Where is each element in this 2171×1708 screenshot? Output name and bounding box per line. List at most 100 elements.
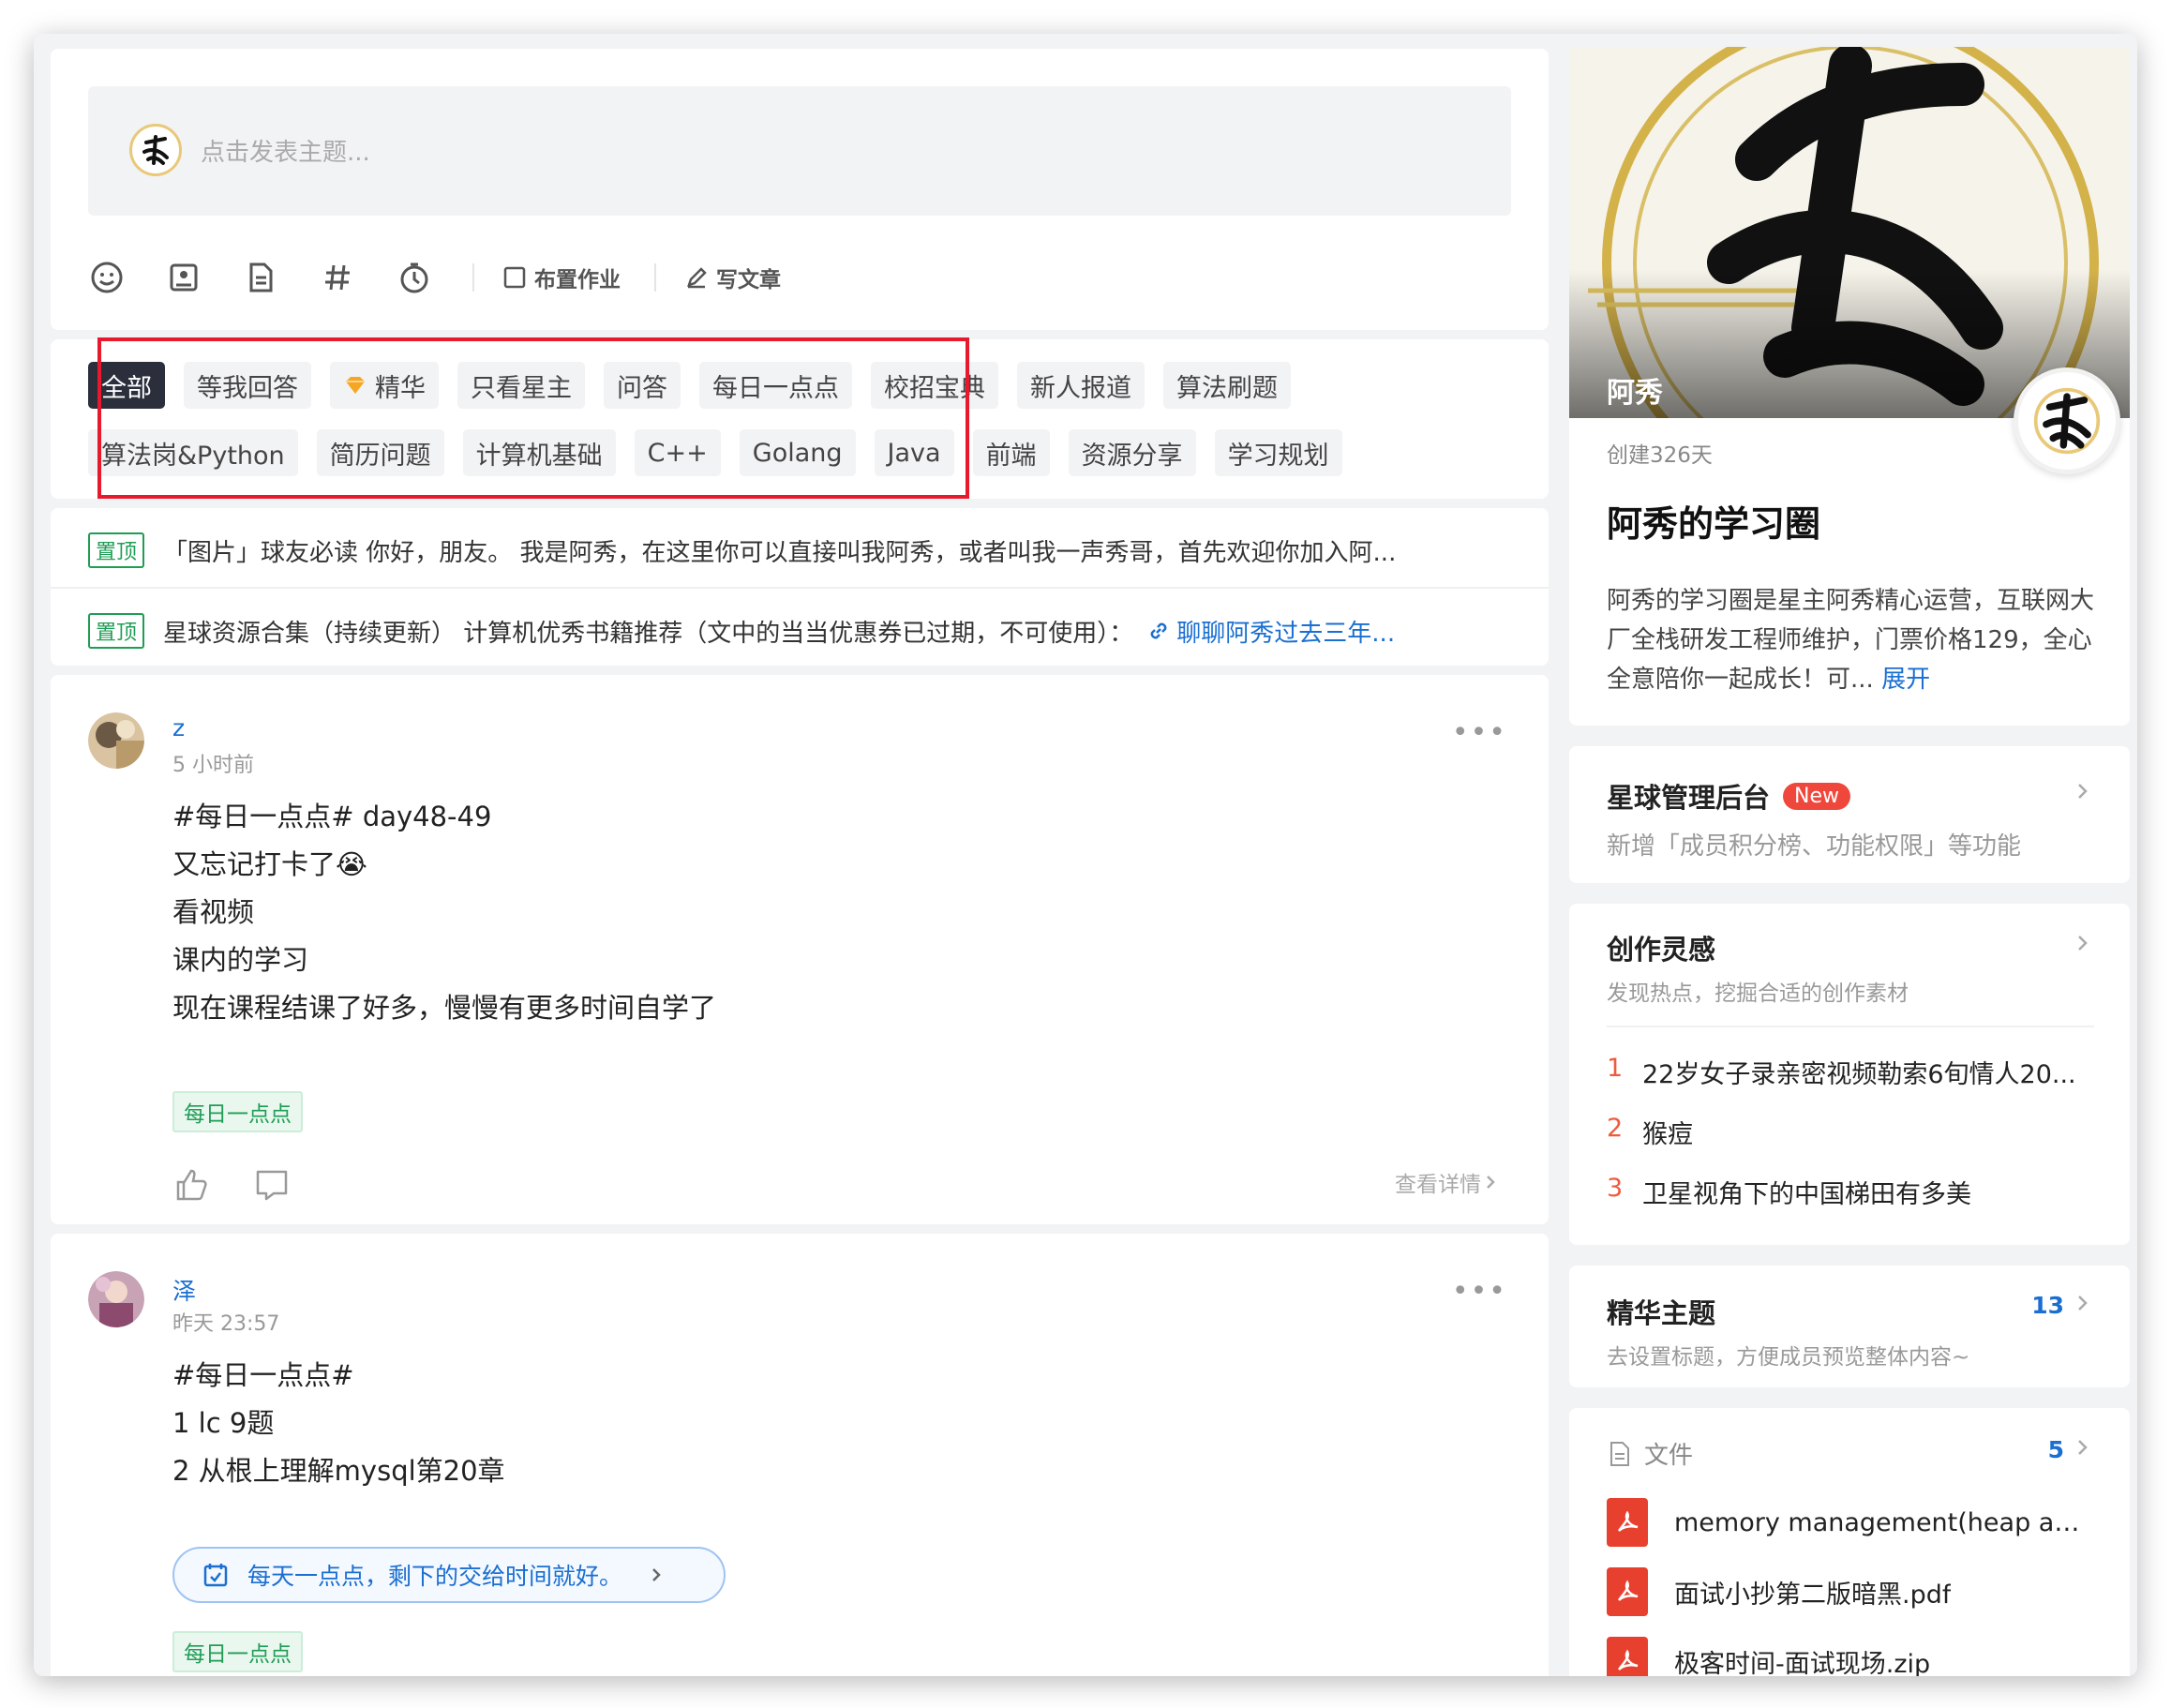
toolbar-divider xyxy=(654,263,656,292)
post-actions xyxy=(172,1166,334,1207)
banner-owner-name: 阿秀 xyxy=(1607,377,1663,410)
image-icon[interactable] xyxy=(165,259,202,296)
filter-tag[interactable]: 只看星主 xyxy=(457,362,585,409)
hot-topic-item[interactable]: 3 卫星视角下的中国梯田有多美 xyxy=(1607,1174,2094,1210)
like-icon[interactable] xyxy=(172,1166,210,1207)
created-days: 创建326天 xyxy=(1607,443,1713,468)
file-icon xyxy=(1610,1441,1629,1466)
file-item[interactable]: 面试小抄第二版暗黑.pdf xyxy=(1607,1567,2094,1616)
new-badge: New xyxy=(1783,782,1851,810)
post-tag[interactable]: 每日一点点 xyxy=(172,1631,303,1672)
view-details-link[interactable]: 查看详情 xyxy=(1395,1166,1500,1198)
filter-row-2: 算法岗&Python 简历问题 计算机基础 C++ Golang Java 前端… xyxy=(88,429,1361,476)
admin-title: 星球管理后台 New xyxy=(1607,776,1851,816)
user-avatar xyxy=(129,124,182,176)
files-count: 5 xyxy=(2047,1436,2064,1463)
toolbar-divider xyxy=(472,263,474,292)
essence-count: 13 xyxy=(2031,1292,2064,1319)
post-body: #每日一点点# day48-49 又忘记打卡了😭 看视频 课内的学习 现在课程结… xyxy=(172,801,717,1024)
circle-title: 阿秀的学习圈 xyxy=(1607,503,1821,545)
assignment-button[interactable]: 布置作业 xyxy=(502,262,621,293)
comment-icon[interactable] xyxy=(253,1166,291,1207)
circle-profile-card: 阿秀 创建326天 阿秀的学习圈 阿秀的学习圈是星主阿秀精心运营，互联网大厂全栈… xyxy=(1569,47,2130,726)
link-icon xyxy=(1150,622,1167,639)
hashtag-icon[interactable] xyxy=(319,259,356,296)
more-icon[interactable]: ••• xyxy=(1452,716,1507,749)
expand-link[interactable]: 展开 xyxy=(1881,666,1930,694)
filter-tag[interactable]: 资源分享 xyxy=(1068,429,1196,476)
filter-tag[interactable]: 简历问题 xyxy=(316,429,444,476)
composer-input[interactable]: 点击发表主题... xyxy=(88,86,1511,216)
more-icon[interactable]: ••• xyxy=(1452,1275,1507,1308)
filter-tag-all[interactable]: 全部 xyxy=(88,362,165,409)
pinned-badge: 置顶 xyxy=(88,613,145,649)
post-author[interactable]: 泽 xyxy=(172,1273,196,1307)
checkin-card[interactable]: 每天一点点，剩下的交给时间就好。 xyxy=(172,1547,726,1603)
filter-tag[interactable]: 新人报道 xyxy=(1017,362,1145,409)
filter-tag[interactable]: 等我回答 xyxy=(184,362,311,409)
calendar-check-icon xyxy=(203,1564,228,1587)
file-item[interactable]: memory management(heap and... xyxy=(1607,1498,2094,1547)
avatar[interactable] xyxy=(88,1271,144,1327)
filter-tag[interactable]: 每日一点点 xyxy=(699,362,852,409)
filter-tag[interactable]: C++ xyxy=(634,429,721,476)
pdf-icon xyxy=(1607,1567,1648,1616)
filter-row-1: 全部 等我回答 精华 只看星主 问答 每日一点点 校招宝典 新人报道 算法刷题 xyxy=(88,362,1310,409)
circle-avatar[interactable] xyxy=(2014,367,2120,474)
filter-tag[interactable]: Golang xyxy=(739,429,856,476)
pinned-topic[interactable]: 置顶 星球资源合集（持续更新） 计算机优秀书籍推荐（文中的当当优惠券已过期，不可… xyxy=(88,607,1513,654)
composer-toolbar: 布置作业 写文章 xyxy=(88,257,1494,298)
hot-topic-item[interactable]: 1 22岁女子录亲密视频勒索6旬情人20... xyxy=(1607,1054,2094,1090)
assignment-label: 布置作业 xyxy=(534,268,621,292)
inspiration-title[interactable]: 创作灵感 xyxy=(1607,928,1715,967)
filter-tag-essence[interactable]: 精华 xyxy=(330,362,439,409)
pinned-topic[interactable]: 置顶 「图片」球友必读 你好，朋友。 我是阿秀，在这里你可以直接叫我阿秀，或者叫… xyxy=(88,527,1513,574)
filter-tag[interactable]: 校招宝典 xyxy=(871,362,998,409)
filter-tag[interactable]: 算法刷题 xyxy=(1163,362,1291,409)
timer-icon[interactable] xyxy=(396,259,433,296)
chevron-right-icon xyxy=(1487,1176,1495,1189)
pinned-text: 星球资源合集（持续更新） 计算机优秀书籍推荐（文中的当当优惠券已过期，不可使用）… xyxy=(163,619,1134,648)
inspiration-subtitle: 发现热点，挖掘合适的创作素材 xyxy=(1607,981,1909,1006)
chevron-right-icon[interactable] xyxy=(2074,932,2092,954)
circle-description: 阿秀的学习圈是星主阿秀精心运营，互联网大厂全栈研发工程师维护，门票价格129，全… xyxy=(1607,587,2095,694)
post-card: z 5 小时前 ••• #每日一点点# day48-49 又忘记打卡了😭 看视频… xyxy=(51,675,1549,1224)
inspiration-card: 创作灵感 发现热点，挖掘合适的创作素材 1 22岁女子录亲密视频勒索6旬情人20… xyxy=(1569,904,2130,1245)
filter-tag[interactable]: Java xyxy=(874,429,954,476)
hot-topic-item[interactable]: 2 猴痘 xyxy=(1607,1114,2094,1150)
post-author[interactable]: z xyxy=(172,714,185,742)
post-body: #每日一点点# 1 lc 9题 2 从根上理解mysql第20章 xyxy=(172,1359,505,1487)
write-article-button[interactable]: 写文章 xyxy=(684,262,781,293)
post-tag[interactable]: 每日一点点 xyxy=(172,1091,303,1132)
file-item[interactable]: 极客时间-面试现场.zip xyxy=(1607,1637,2094,1676)
avatar[interactable] xyxy=(88,712,144,769)
app-window: 点击发表主题... 布置作业 写文章 全部 等我回答 精华 只看星主 问答 每日… xyxy=(34,34,2137,1676)
files-header[interactable]: 文件 xyxy=(1607,1436,1693,1471)
pdf-icon xyxy=(1607,1498,1648,1547)
essence-subtitle: 去设置标题，方便成员预览整体内容~ xyxy=(1607,1345,1970,1370)
filter-tag[interactable]: 前端 xyxy=(972,429,1050,476)
file-icon[interactable] xyxy=(242,259,279,296)
post-time: 5 小时前 xyxy=(172,754,254,777)
pinned-text: 「图片」球友必读 你好，朋友。 我是阿秀，在这里你可以直接叫我阿秀，或者叫我一声… xyxy=(163,538,1397,567)
filter-tag[interactable]: 学习规划 xyxy=(1214,429,1342,476)
cover-image xyxy=(1569,47,2130,418)
chevron-right-icon xyxy=(2078,784,2088,799)
divider xyxy=(51,587,1549,589)
admin-panel-card[interactable]: 星球管理后台 New 新增「成员积分榜、功能权限」等功能 xyxy=(1569,746,2130,883)
pdf-icon xyxy=(1607,1637,1648,1676)
filter-tag[interactable]: 问答 xyxy=(604,362,681,409)
filter-tag[interactable]: 算法岗&Python xyxy=(88,429,298,476)
gem-icon xyxy=(346,377,365,394)
chevron-right-icon[interactable] xyxy=(2074,1436,2092,1459)
composer-card: 点击发表主题... 布置作业 写文章 xyxy=(51,49,1549,330)
emoji-icon[interactable] xyxy=(88,259,126,296)
post-time: 昨天 23:57 xyxy=(172,1312,280,1336)
chevron-right-icon xyxy=(2078,1296,2088,1311)
files-card: 文件 5 memory management(heap and... 面试小抄第… xyxy=(1569,1408,2130,1676)
pinned-link[interactable]: 聊聊阿秀过去三年... xyxy=(1133,614,1395,649)
chevron-right-icon xyxy=(652,1568,661,1581)
pen-icon xyxy=(687,267,707,289)
filter-tag[interactable]: 计算机基础 xyxy=(462,429,616,476)
essence-topics-card[interactable]: 精华主题 去设置标题，方便成员预览整体内容~ 13 xyxy=(1569,1266,2130,1387)
